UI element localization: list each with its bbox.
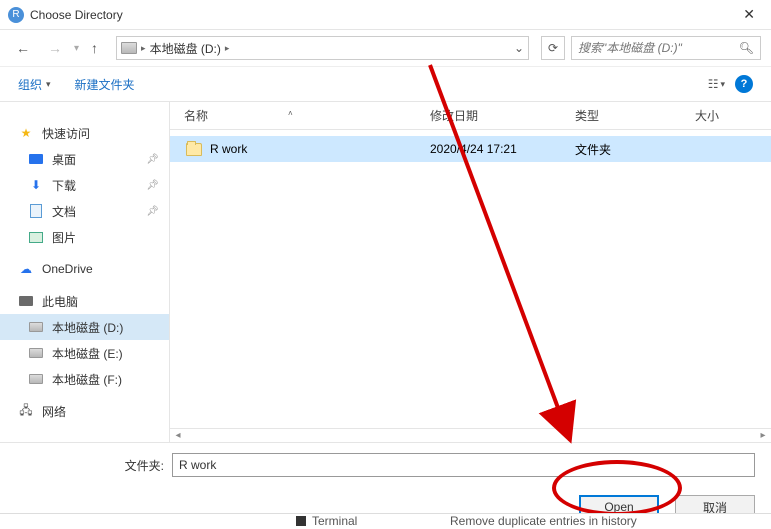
sidebar-label: 本地磁盘 (F:) (52, 371, 122, 388)
sidebar-item-network[interactable]: 🖧︎ 网络 (0, 398, 169, 424)
horizontal-scrollbar[interactable]: ◂ ▸ (170, 428, 771, 442)
view-options-button[interactable]: ☷ ▾ (708, 77, 725, 91)
up-button[interactable]: ↑ (85, 38, 104, 58)
sidebar-label: 桌面 (52, 151, 76, 168)
sidebar-item-drive-f[interactable]: 本地磁盘 (F:) (0, 366, 169, 392)
sidebar-label: OneDrive (42, 262, 93, 276)
folder-name-input[interactable] (172, 453, 755, 477)
close-icon[interactable]: ✕ (735, 2, 763, 27)
drive-icon (29, 348, 43, 358)
sidebar-label: 本地磁盘 (E:) (52, 345, 123, 362)
sidebar-label: 下载 (52, 177, 76, 194)
column-type[interactable]: 类型 (575, 107, 695, 124)
sidebar-item-documents[interactable]: 文档 📌︎ (0, 198, 169, 224)
sidebar-label: 本地磁盘 (D:) (52, 319, 123, 336)
organize-button[interactable]: 组织 ▾ (18, 76, 51, 93)
toolbar: 组织 ▾ 新建文件夹 ☷ ▾ ? (0, 66, 771, 102)
desktop-icon (29, 154, 43, 164)
refresh-button[interactable]: ⟳ (541, 36, 565, 60)
sidebar-item-drive-e[interactable]: 本地磁盘 (E:) (0, 340, 169, 366)
drive-icon (121, 42, 137, 54)
search-box[interactable]: 🔍︎ (571, 36, 761, 60)
sort-caret-icon: ˄ (288, 109, 293, 118)
list-item[interactable]: R work 2020/4/24 17:21 文件夹 (170, 136, 771, 162)
column-size[interactable]: 大小 (695, 107, 771, 124)
file-date: 2020/4/24 17:21 (430, 142, 575, 156)
forward-button[interactable]: → (42, 38, 68, 58)
sidebar-label: 图片 (52, 229, 76, 246)
sidebar-item-quick-access[interactable]: ★ 快速访问 (0, 120, 169, 146)
sidebar-item-onedrive[interactable]: ☁ OneDrive (0, 256, 169, 282)
navbar: ← → ▾ ↑ ▸ 本地磁盘 (D:) ▸ ⌄ ⟳ 🔍︎ (0, 30, 771, 66)
background-window-bleed: Terminal Remove duplicate entries in his… (0, 513, 771, 527)
breadcrumb-segment[interactable]: 本地磁盘 (D:) (150, 40, 221, 57)
chevron-down-icon: ▾ (46, 79, 51, 90)
breadcrumb[interactable]: ▸ 本地磁盘 (D:) ▸ ⌄ (116, 36, 529, 60)
network-icon: 🖧︎ (18, 403, 34, 419)
scroll-right-icon[interactable]: ▸ (755, 430, 771, 441)
download-icon: ⬇ (28, 177, 44, 193)
help-button[interactable]: ? (735, 75, 753, 93)
body-area: ★ 快速访问 桌面 📌︎ ⬇ 下载 📌︎ 文档 📌︎ 图片 ☁ OneDrive (0, 102, 771, 442)
pin-icon: 📌︎ (146, 180, 159, 191)
file-list: 名称 ˄ 修改日期 类型 大小 R work 2020/4/24 17:21 文… (170, 102, 771, 442)
file-type: 文件夹 (575, 141, 695, 158)
window-title: Choose Directory (30, 8, 123, 22)
list-header: 名称 ˄ 修改日期 类型 大小 (170, 102, 771, 130)
picture-icon (29, 232, 43, 243)
pc-icon (19, 296, 33, 306)
sidebar: ★ 快速访问 桌面 📌︎ ⬇ 下载 📌︎ 文档 📌︎ 图片 ☁ OneDrive (0, 102, 170, 442)
sidebar-item-this-pc[interactable]: 此电脑 (0, 288, 169, 314)
document-icon (30, 204, 42, 218)
search-input[interactable] (578, 41, 739, 55)
sidebar-item-pictures[interactable]: 图片 (0, 224, 169, 250)
sidebar-label: 文档 (52, 203, 76, 220)
sidebar-item-downloads[interactable]: ⬇ 下载 📌︎ (0, 172, 169, 198)
new-folder-button[interactable]: 新建文件夹 (75, 76, 135, 93)
pin-icon: 📌︎ (146, 206, 159, 217)
chevron-right-icon: ▸ (225, 43, 230, 54)
organize-label: 组织 (18, 76, 42, 93)
bleed-remove-label: Remove duplicate entries in history (450, 514, 637, 528)
scroll-left-icon[interactable]: ◂ (170, 430, 186, 441)
folder-label: 文件夹: (16, 457, 164, 474)
column-date[interactable]: 修改日期 (430, 107, 575, 124)
titlebar: R Choose Directory ✕ (0, 0, 771, 30)
pin-icon: 📌︎ (146, 154, 159, 165)
terminal-icon (296, 516, 306, 526)
sidebar-label: 网络 (42, 403, 66, 420)
star-icon: ★ (18, 125, 34, 141)
sidebar-label: 快速访问 (42, 125, 90, 142)
sidebar-item-desktop[interactable]: 桌面 📌︎ (0, 146, 169, 172)
file-name: R work (210, 142, 247, 156)
breadcrumb-dropdown-icon[interactable]: ⌄ (514, 41, 524, 55)
cloud-icon: ☁ (18, 261, 34, 277)
column-name[interactable]: 名称 ˄ (170, 107, 430, 124)
search-icon[interactable]: 🔍︎ (739, 41, 754, 55)
drive-icon (29, 322, 43, 332)
drive-icon (29, 374, 43, 384)
sidebar-label: 此电脑 (42, 293, 78, 310)
app-icon: R (8, 7, 24, 23)
history-dropdown-icon[interactable]: ▾ (74, 43, 79, 54)
bleed-terminal-label: Terminal (312, 514, 357, 528)
back-button[interactable]: ← (10, 38, 36, 58)
folder-icon (186, 143, 202, 156)
sidebar-item-drive-d[interactable]: 本地磁盘 (D:) (0, 314, 169, 340)
chevron-right-icon: ▸ (141, 43, 146, 54)
